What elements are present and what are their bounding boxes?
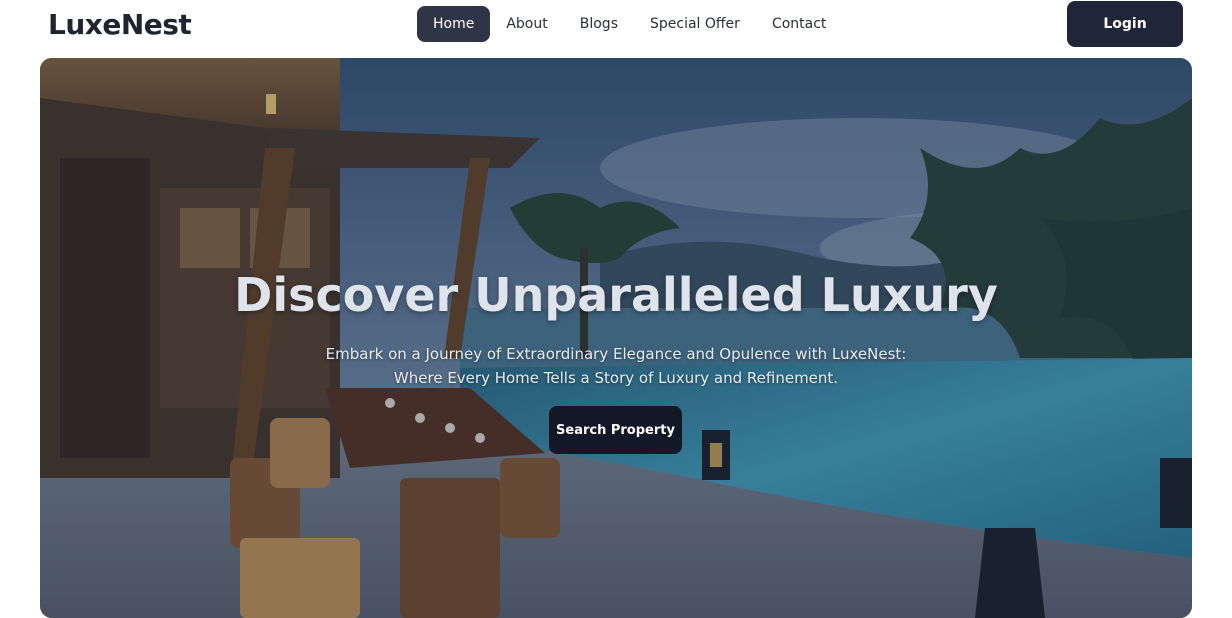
nav-home[interactable]: Home (417, 6, 491, 42)
login-button[interactable]: Login (1067, 1, 1183, 47)
nav-blogs[interactable]: Blogs (564, 6, 634, 42)
nav-about[interactable]: About (490, 6, 563, 42)
nav-contact[interactable]: Contact (756, 6, 842, 42)
hero-section: Discover Unparalleled Luxury Embark on a… (40, 58, 1192, 618)
nav-links: Home About Blogs Special Offer Contact (417, 6, 842, 42)
hero-subtitle: Embark on a Journey of Extraordinary Ele… (40, 342, 1192, 390)
navbar: LuxeNest Home About Blogs Special Offer … (0, 0, 1232, 56)
hero-subtitle-line1: Embark on a Journey of Extraordinary Ele… (325, 345, 907, 363)
nav-special-offer[interactable]: Special Offer (634, 6, 756, 42)
hero-title: Discover Unparalleled Luxury (234, 268, 998, 322)
hero-overlay (40, 58, 1192, 618)
search-property-button[interactable]: Search Property (549, 406, 682, 454)
brand-logo[interactable]: LuxeNest (48, 8, 192, 41)
hero-subtitle-line2: Where Every Home Tells a Story of Luxury… (393, 369, 839, 387)
